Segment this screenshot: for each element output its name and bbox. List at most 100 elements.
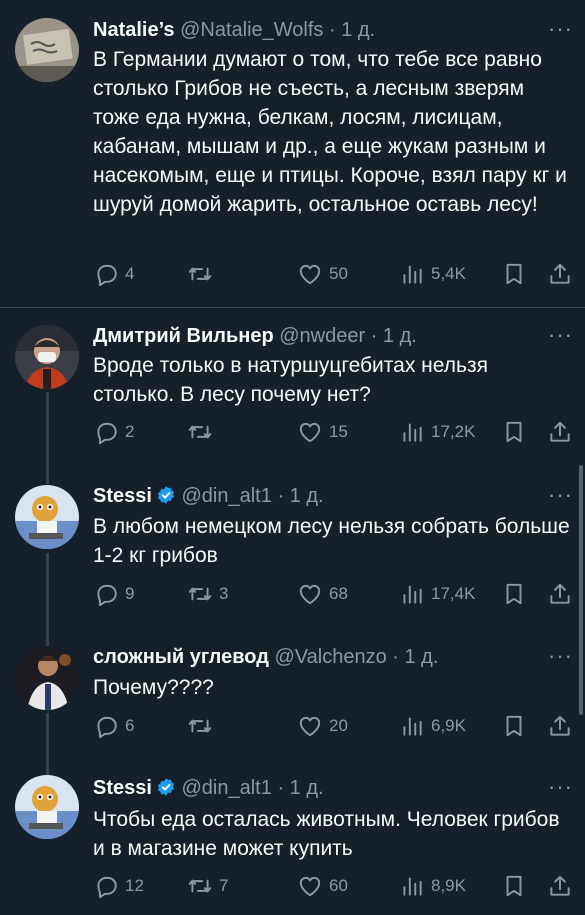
user-handle[interactable]: @din_alt1 [182,485,272,507]
tweet[interactable]: Stessi @din_alt1 · 1 д. ··· В любом неме… [0,468,585,628]
separator-dot: · [328,19,336,41]
views-button[interactable]: 17,2K [399,419,475,445]
action-bar: 2 15 17,2K [93,419,573,445]
display-name[interactable]: Stessi [93,485,152,507]
reply-icon [97,264,117,287]
analytics-icon [403,585,422,604]
reply-button[interactable]: 2 [93,419,134,445]
reply-count: 12 [125,876,144,895]
retweet-button[interactable] [187,419,219,445]
avatar[interactable] [15,18,79,82]
reply-count: 9 [125,584,135,603]
timestamp[interactable]: 1 д. [405,646,439,668]
more-options-button[interactable]: ··· [548,774,573,800]
views-button[interactable]: 17,4K [399,581,475,607]
user-handle[interactable]: @Natalie_Wolfs [180,19,323,41]
retweet-icon [188,425,212,439]
reply-button[interactable]: 6 [93,713,134,739]
like-count: 20 [329,716,348,735]
reply-button[interactable]: 9 [93,581,134,607]
bookmark-button[interactable] [501,261,527,287]
bookmark-icon [506,421,522,443]
reply-icon [97,584,117,607]
heart-icon [299,422,321,443]
share-button[interactable] [547,581,573,607]
share-button[interactable] [547,419,573,445]
separator-dot: · [277,485,285,507]
action-bar: 12 7 60 8,9K [93,873,573,899]
display-name[interactable]: Stessi [93,777,152,799]
separator-dot: · [277,777,285,799]
reply-button[interactable]: 4 [93,261,134,287]
user-handle[interactable]: @Valchenzo [274,646,386,668]
like-count: 68 [329,584,348,603]
timestamp[interactable]: 1 д. [290,777,324,799]
tweet[interactable]: Natalie’s @Natalie_Wolfs · 1 д. ··· В Ге… [0,0,585,306]
avatar[interactable] [15,325,79,389]
like-button[interactable]: 20 [297,713,348,739]
reply-button[interactable]: 12 [93,873,144,899]
retweet-icon [188,587,212,601]
like-button[interactable]: 50 [297,261,348,287]
retweet-count: 7 [219,876,229,895]
view-count: 8,9K [431,876,466,895]
scrollbar[interactable] [579,465,583,715]
reply-count: 4 [125,264,135,283]
bookmark-button[interactable] [501,873,527,899]
like-button[interactable]: 68 [297,581,348,607]
verified-badge-icon [157,778,175,796]
user-handle[interactable]: @nwdeer [279,325,365,347]
retweet-button[interactable] [187,713,219,739]
like-count: 15 [329,422,348,441]
display-name[interactable]: Natalie’s [93,19,175,41]
timestamp[interactable]: 1 д. [290,485,324,507]
tweet-header: Stessi @din_alt1 · 1 д. [93,776,324,800]
retweet-button[interactable]: 7 [187,873,228,899]
display-name[interactable]: сложный углевод [93,646,269,668]
bookmark-button[interactable] [501,581,527,607]
tweet-text: Чтобы еда осталась животным. Человек гри… [93,808,560,860]
views-button[interactable]: 6,9K [399,713,466,739]
reply-icon [97,716,117,739]
heart-icon [299,876,321,897]
bookmark-button[interactable] [501,713,527,739]
tweet[interactable]: Дмитрий Вильнер @nwdeer · 1 д. ··· Вроде… [0,308,585,468]
reply-count: 2 [125,422,135,441]
more-options-button[interactable]: ··· [548,16,573,42]
retweet-button[interactable]: 3 [187,581,228,607]
tweet[interactable]: сложный углевод @Valchenzo · 1 д. ··· По… [0,629,585,769]
share-button[interactable] [547,261,573,287]
avatar[interactable] [15,646,79,710]
tweet-text: Почему???? [93,676,214,699]
reply-count: 6 [125,716,135,735]
views-button[interactable]: 5,4K [399,261,466,287]
analytics-icon [403,423,422,442]
share-button[interactable] [547,713,573,739]
more-options-button[interactable]: ··· [548,322,573,348]
bookmark-button[interactable] [501,419,527,445]
retweet-icon [188,267,212,281]
share-icon [550,583,570,604]
tweet-header: сложный углевод @Valchenzo · 1 д. [93,645,438,669]
tweet-header: Дмитрий Вильнер @nwdeer · 1 д. [93,324,417,348]
views-button[interactable]: 8,9K [399,873,466,899]
verified-badge-icon [157,486,175,504]
share-button[interactable] [547,873,573,899]
like-button[interactable]: 15 [297,419,348,445]
analytics-icon [403,265,422,284]
more-options-button[interactable]: ··· [548,643,573,669]
more-options-button[interactable]: ··· [548,482,573,508]
share-icon [550,263,570,284]
user-handle[interactable]: @din_alt1 [182,777,272,799]
avatar[interactable] [15,485,79,549]
like-button[interactable]: 60 [297,873,348,899]
retweet-count: 3 [219,584,229,603]
share-icon [550,875,570,896]
timestamp[interactable]: 1 д. [341,19,375,41]
avatar[interactable] [15,775,79,839]
timestamp[interactable]: 1 д. [383,325,417,347]
tweet[interactable]: Stessi @din_alt1 · 1 д. ··· Чтобы еда ос… [0,760,585,915]
analytics-icon [403,717,422,736]
retweet-button[interactable] [187,261,219,287]
display-name[interactable]: Дмитрий Вильнер [93,325,274,347]
